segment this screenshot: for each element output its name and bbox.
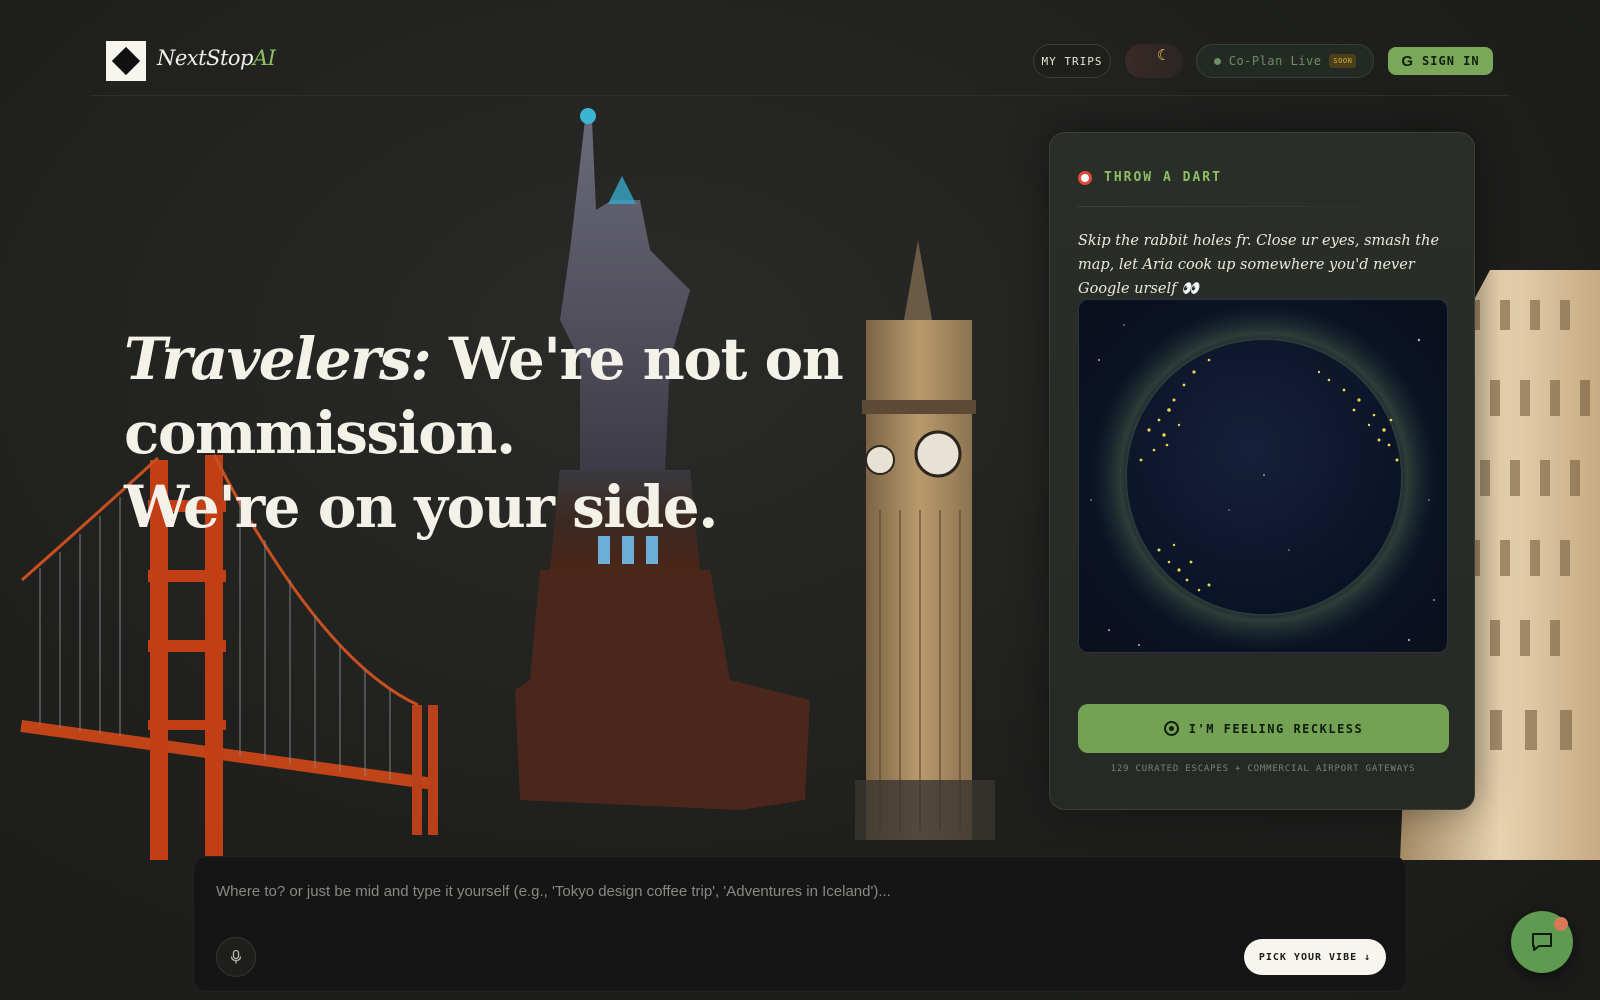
microphone-icon — [230, 949, 242, 964]
hero-highlight: Travelers: — [124, 325, 432, 393]
trip-prompt-input[interactable] — [216, 877, 1366, 905]
my-trips-button[interactable]: MY TRIPS — [1033, 44, 1111, 78]
throw-a-dart-card: THROW A DART Skip the rabbit holes fr. C… — [1049, 132, 1475, 810]
moon-icon: ☾ — [1156, 46, 1168, 64]
dart-description: Skip the rabbit holes fr. Close ur eyes,… — [1078, 233, 1440, 297]
chat-bubble-icon — [1532, 933, 1552, 951]
interactive-globe[interactable] — [1078, 299, 1448, 653]
dart-title: THROW A DART — [1104, 170, 1222, 185]
co-plan-live-button[interactable]: Co-Plan Live SOON — [1196, 44, 1374, 78]
pick-your-vibe-button[interactable]: PICK YOUR VIBE ↓ — [1244, 939, 1386, 975]
dart-target-icon — [1078, 170, 1092, 185]
sign-in-label: SIGN IN — [1422, 54, 1480, 68]
feeling-reckless-label: I'M FEELING RECKLESS — [1188, 721, 1364, 736]
trip-prompt-box: PICK YOUR VIBE ↓ — [193, 856, 1407, 992]
hero-line-2: We're on your side. — [124, 473, 718, 541]
logo-icon[interactable] — [106, 41, 146, 81]
notification-badge — [1554, 917, 1568, 931]
chat-button[interactable] — [1511, 911, 1573, 973]
status-dot-icon — [1213, 57, 1221, 65]
theme-toggle[interactable]: ☾ — [1125, 44, 1183, 78]
google-icon: G — [1401, 52, 1415, 70]
dart-header: THROW A DART — [1078, 170, 1222, 185]
globe-icon — [1089, 302, 1439, 652]
hero-headline: Travelers: We're not on commission. We'r… — [124, 322, 1024, 544]
co-plan-label: Co-Plan Live — [1228, 54, 1322, 68]
soon-badge: SOON — [1329, 54, 1357, 68]
feeling-reckless-button[interactable]: I'M FEELING RECKLESS — [1078, 704, 1449, 753]
target-icon — [1163, 721, 1179, 736]
divider — [1078, 206, 1448, 207]
dart-footnote: 129 CURATED ESCAPES + COMMERCIAL AIRPORT… — [1110, 764, 1416, 774]
microphone-button[interactable] — [216, 937, 256, 977]
sign-in-button[interactable]: G SIGN IN — [1388, 47, 1493, 75]
top-nav: NextStopAI MY TRIPS ☾ Co-Plan Live SOON … — [90, 0, 1510, 96]
brand-name[interactable]: NextStopAI — [157, 46, 276, 70]
